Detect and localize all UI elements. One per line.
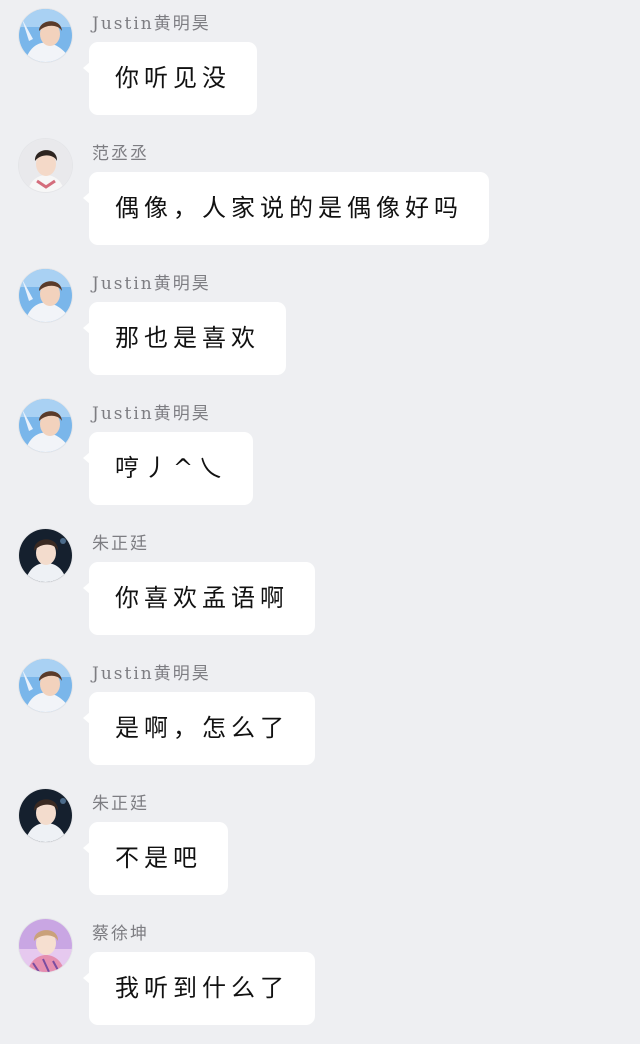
message-bubble[interactable]: 是啊，怎么了 [83, 692, 315, 765]
sender-name: 朱正廷 [92, 534, 149, 554]
chat-message-list[interactable]: Justin黄明昊 你听见没 范丞丞 偶像，人家说的是偶像好吗 Justin黄明… [0, 0, 640, 1044]
chat-message: 朱正廷 你喜欢孟语啊 [0, 520, 640, 650]
sender-name: Justin黄明昊 [92, 664, 211, 684]
message-bubble[interactable]: 哼丿^乀 [82, 432, 254, 505]
justin-avatar-icon[interactable] [19, 269, 72, 322]
sender-name: Justin黄明昊 [92, 14, 211, 34]
sender-name: 范丞丞 [92, 144, 149, 164]
justin-avatar-icon[interactable] [19, 659, 72, 712]
message-bubble[interactable]: 偶像，人家说的是偶像好吗 [83, 172, 489, 245]
sender-name: 蔡徐坤 [92, 924, 149, 944]
chat-message: 朱正廷 不是吧 [0, 780, 640, 910]
zhu-avatar-icon[interactable] [19, 529, 72, 582]
fan-avatar-icon[interactable] [19, 139, 72, 192]
message-bubble[interactable]: 那也是喜欢 [83, 302, 286, 375]
message-bubble[interactable]: 你听见没 [83, 42, 257, 115]
sender-name: 朱正廷 [92, 794, 149, 814]
sender-name: Justin黄明昊 [92, 404, 211, 424]
chat-message: Justin黄明昊 那也是喜欢 [0, 260, 640, 390]
zhu-avatar-icon[interactable] [19, 789, 72, 842]
chat-message: 蔡徐坤 我听到什么了 [0, 910, 640, 1040]
message-bubble[interactable]: 你喜欢孟语啊 [83, 562, 315, 635]
message-bubble[interactable]: 我听到什么了 [83, 952, 315, 1025]
chat-message: 范丞丞 偶像，人家说的是偶像好吗 [0, 130, 640, 260]
chat-message: Justin黄明昊 你听见没 [0, 0, 640, 130]
message-bubble[interactable]: 不是吧 [83, 822, 228, 895]
chat-message: Justin黄明昊 哼丿^乀 [0, 390, 640, 520]
justin-avatar-icon[interactable] [19, 9, 72, 62]
cai-avatar-icon[interactable] [19, 919, 72, 972]
chat-message: Justin黄明昊 是啊，怎么了 [0, 650, 640, 780]
justin-avatar-icon[interactable] [19, 399, 72, 452]
sender-name: Justin黄明昊 [92, 274, 211, 294]
